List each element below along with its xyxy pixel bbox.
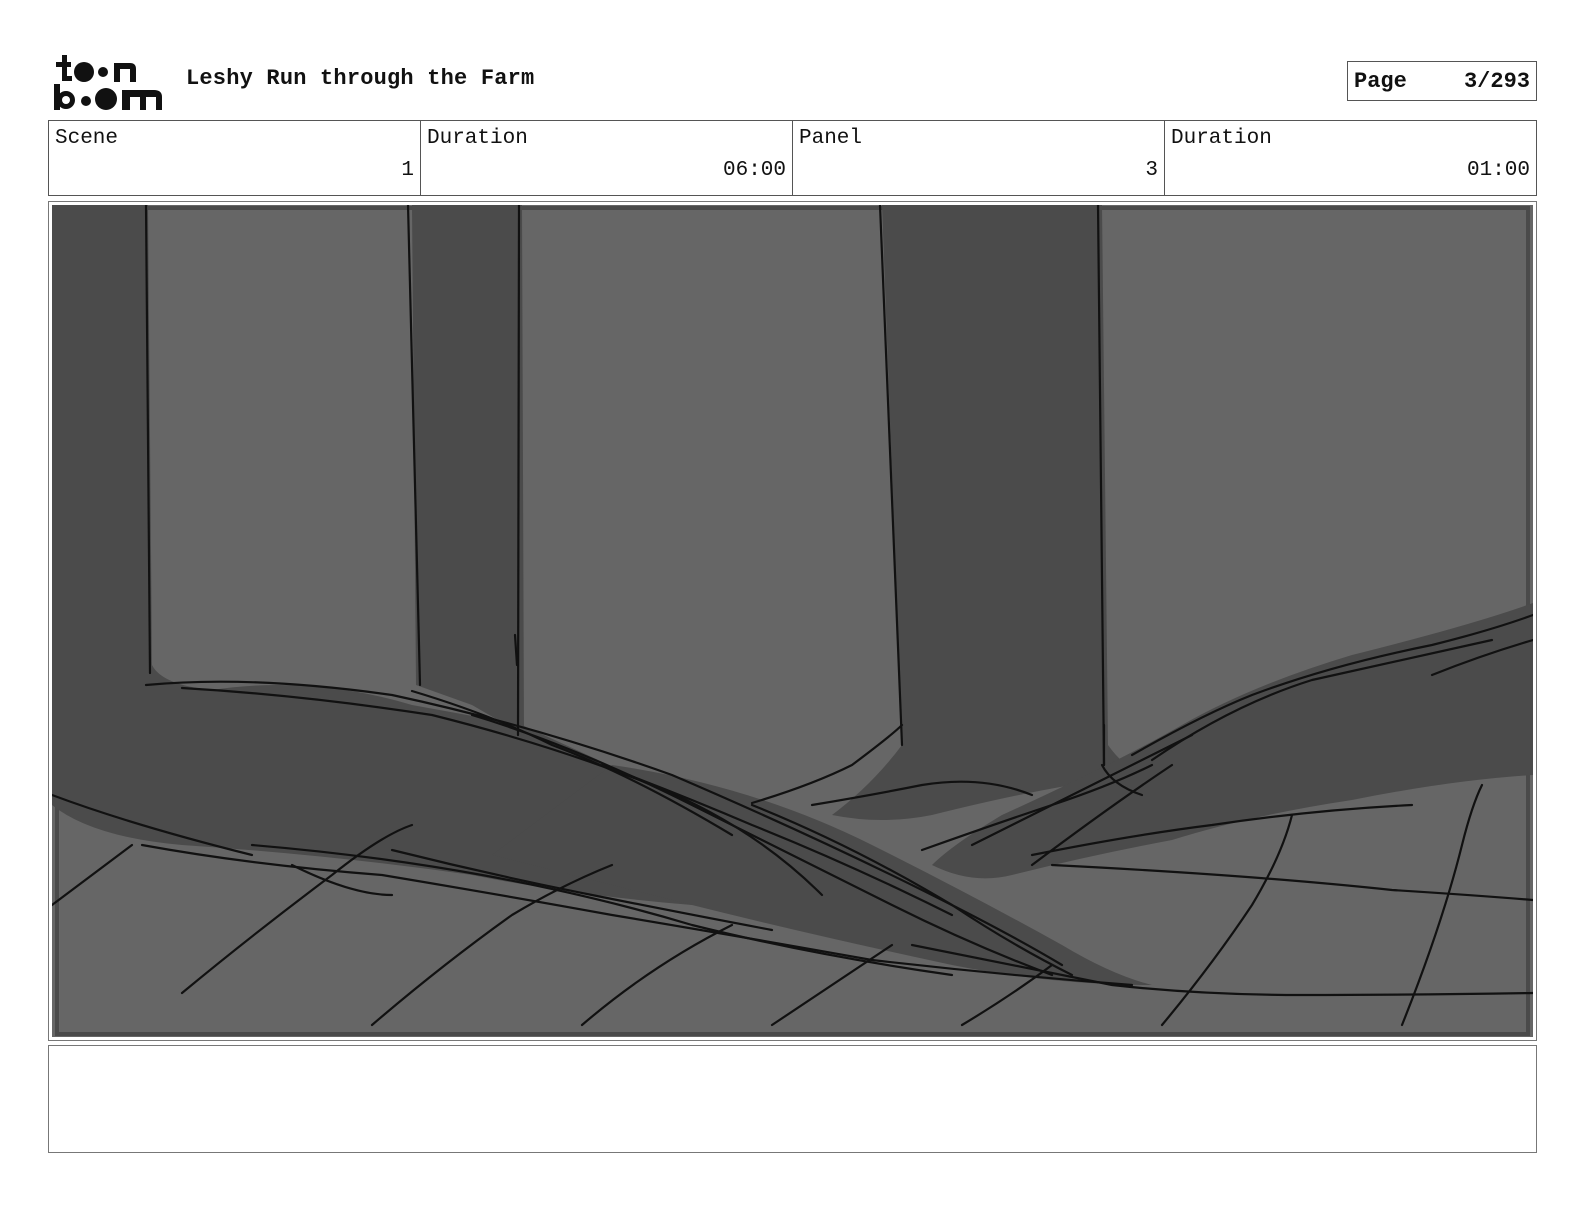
panel-duration-cell: Duration 01:00 [1165,121,1536,195]
scene-label: Scene [55,127,119,150]
scene-duration-cell: Duration 06:00 [421,121,793,195]
panel-cell: Panel 3 [793,121,1165,195]
scene-duration-value: 06:00 [722,159,786,182]
storyboard-panel-drawing [52,205,1533,1037]
panel-label: Panel [799,127,863,150]
page-number: 3/293 [1463,68,1530,94]
panel-notes-box [48,1045,1537,1153]
panel-duration-value: 01:00 [1466,159,1530,182]
project-title: Leshy Run through the Farm [186,66,535,91]
panel-duration-label: Duration [1171,127,1272,150]
panel-value: 3 [1145,159,1158,182]
page-counter: Page 3/293 [1347,61,1537,101]
scene-value: 1 [401,159,414,182]
scene-cell: Scene 1 [49,121,421,195]
scene-info-row: Scene 1 Duration 06:00 Panel 3 Duration … [48,120,1537,196]
page-label: Page [1354,68,1407,94]
toon-boom-logo [54,55,162,110]
scene-duration-label: Duration [427,127,528,150]
